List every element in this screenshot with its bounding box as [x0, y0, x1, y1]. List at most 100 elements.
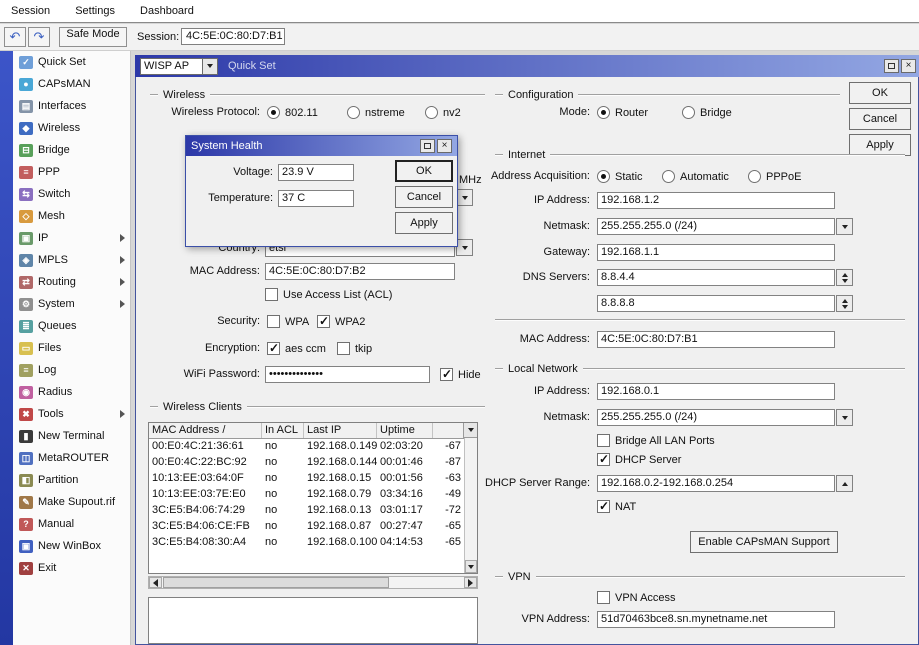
dialog-titlebar[interactable]: System Health ×	[186, 136, 457, 156]
sidebar-item-label: IP	[38, 232, 48, 244]
bridge-all-lan-checkbox[interactable]: Bridge All LAN Ports	[597, 433, 715, 448]
quick-set-titlebar[interactable]: WISP AP Quick Set ×	[135, 55, 919, 77]
dialog-ok-button[interactable]: OK	[395, 160, 453, 182]
dialog-close-button[interactable]: ×	[437, 139, 452, 153]
scroll-left-button[interactable]	[149, 577, 162, 588]
redo-button[interactable]: ↷	[28, 27, 50, 47]
ok-button[interactable]: OK	[849, 82, 911, 104]
temperature-field[interactable]: 37 C	[278, 190, 354, 207]
menu-settings[interactable]: Settings	[64, 0, 126, 22]
sidebar-item-mesh[interactable]: ◇Mesh	[13, 205, 130, 227]
table-row[interactable]: 3C:E5:B4:08:30:A4no192.168.0.10004:14:53…	[149, 535, 477, 551]
dns-server-field-1[interactable]: 8.8.4.4	[597, 269, 835, 286]
vpn-address-field[interactable]: 51d70463bce8.sn.mynetname.net	[597, 611, 835, 628]
table-row[interactable]: 10:13:EE:03:7E:E0no192.168.0.7903:34:16-…	[149, 487, 477, 503]
sidebar-item-log[interactable]: ≡Log	[13, 359, 130, 381]
sidebar-item-mpls[interactable]: ◈MPLS	[13, 249, 130, 271]
sidebar-item-new-winbox[interactable]: ▣New WinBox	[13, 535, 130, 557]
dns-updown-button[interactable]	[836, 269, 853, 286]
use-acl-checkbox[interactable]: Use Access List (ACL)	[265, 287, 392, 302]
maximize-button[interactable]	[884, 59, 899, 73]
scroll-down-button[interactable]	[465, 560, 477, 573]
wpa2-checkbox[interactable]: WPA2	[317, 314, 365, 329]
vertical-scrollbar[interactable]	[464, 438, 477, 573]
safe-mode-button[interactable]: Safe Mode	[59, 27, 127, 47]
sidebar-item-bridge[interactable]: ⊟Bridge	[13, 139, 130, 161]
nat-checkbox[interactable]: NAT	[597, 499, 636, 514]
horizontal-scrollbar[interactable]	[148, 576, 478, 589]
sidebar-item-quick-set[interactable]: ✓Quick Set	[13, 51, 130, 73]
table-row[interactable]: 3C:E5:B4:06:74:29no192.168.0.1303:01:17-…	[149, 503, 477, 519]
sidebar-item-interfaces[interactable]: ▤Interfaces	[13, 95, 130, 117]
menu-session[interactable]: Session	[0, 0, 61, 22]
sidebar-item-queues[interactable]: ≣Queues	[13, 315, 130, 337]
sidebar-item-tools[interactable]: ✖Tools	[13, 403, 130, 425]
sidebar-item-routing[interactable]: ⇄Routing	[13, 271, 130, 293]
table-row[interactable]: 3C:E5:B4:06:CE:FBno192.168.0.8700:27:47-…	[149, 519, 477, 535]
acquisition-static-radio[interactable]: Static	[597, 169, 643, 184]
dialog-cancel-button[interactable]: Cancel	[395, 186, 453, 208]
dialog-maximize-button[interactable]	[420, 139, 435, 153]
sidebar-item-metarouter[interactable]: ◫MetaROUTER	[13, 447, 130, 469]
acquisition-pppoe-radio[interactable]: PPPoE	[748, 169, 801, 184]
protocol-80211-radio[interactable]: 802.11	[267, 105, 318, 120]
dhcp-range-up-button[interactable]	[836, 475, 853, 492]
column-header-in-acl[interactable]: In ACL	[262, 423, 304, 438]
column-header-uptime[interactable]: Uptime	[377, 423, 433, 438]
sidebar-item-capsman[interactable]: ●CAPsMAN	[13, 73, 130, 95]
lan-netmask-dropdown-button[interactable]	[836, 409, 853, 426]
sidebar-item-exit[interactable]: ✕Exit	[13, 557, 130, 579]
table-row[interactable]: 00:E0:4C:21:36:61no192.168.0.14902:03:20…	[149, 439, 477, 455]
close-button[interactable]: ×	[901, 59, 916, 73]
sidebar-item-partition[interactable]: ◧Partition	[13, 469, 130, 491]
internet-mac-field[interactable]: 4C:5E:0C:80:D7:B1	[597, 331, 835, 348]
dialog-apply-button[interactable]: Apply	[395, 212, 453, 234]
quickset-mode-combo[interactable]: WISP AP	[140, 58, 218, 75]
scroll-right-button[interactable]	[464, 577, 477, 588]
lan-ip-field[interactable]: 192.168.0.1	[597, 383, 835, 400]
internet-ip-field[interactable]: 192.168.1.2	[597, 192, 835, 209]
voltage-field[interactable]: 23.9 V	[278, 164, 354, 181]
sidebar-item-ip[interactable]: ▣IP	[13, 227, 130, 249]
sidebar-item-manual[interactable]: ?Manual	[13, 513, 130, 535]
internet-netmask-field[interactable]: 255.255.255.0 (/24)	[597, 218, 835, 235]
hide-password-checkbox[interactable]: Hide	[440, 367, 481, 382]
wireless-mac-field[interactable]: 4C:5E:0C:80:D7:B2	[265, 263, 455, 280]
sidebar-item-new-terminal[interactable]: ▮New Terminal	[13, 425, 130, 447]
dhcp-server-checkbox[interactable]: DHCP Server	[597, 452, 681, 467]
mode-router-radio[interactable]: Router	[597, 105, 648, 120]
wpa-checkbox[interactable]: WPA	[267, 314, 309, 329]
sidebar-item-ppp[interactable]: ≡PPP	[13, 161, 130, 183]
gateway-field[interactable]: 192.168.1.1	[597, 244, 835, 261]
lan-netmask-field[interactable]: 255.255.255.0 (/24)	[597, 409, 835, 426]
wifi-password-field[interactable]: ••••••••••••••	[265, 366, 430, 383]
combo-dropdown-button[interactable]	[202, 58, 218, 75]
undo-button[interactable]: ↶	[4, 27, 26, 47]
sidebar-item-files[interactable]: ▭Files	[13, 337, 130, 359]
sidebar-item-switch[interactable]: ⇆Switch	[13, 183, 130, 205]
dns-updown-button[interactable]	[836, 295, 853, 312]
scrollbar-thumb[interactable]	[163, 577, 389, 588]
table-row[interactable]: 00:E0:4C:22:BC:92no192.168.0.14400:01:46…	[149, 455, 477, 471]
cancel-button[interactable]: Cancel	[849, 108, 911, 130]
netmask-dropdown-button[interactable]	[836, 218, 853, 235]
sidebar-item-make-supout[interactable]: ✎Make Supout.rif	[13, 491, 130, 513]
acquisition-automatic-radio[interactable]: Automatic	[662, 169, 729, 184]
vpn-access-checkbox[interactable]: VPN Access	[597, 590, 676, 605]
enable-capsman-button[interactable]: Enable CAPsMAN Support	[690, 531, 838, 553]
sidebar-item-system[interactable]: ⚙System	[13, 293, 130, 315]
sidebar-item-radius[interactable]: ◉Radius	[13, 381, 130, 403]
menu-dashboard[interactable]: Dashboard	[129, 0, 205, 22]
tkip-checkbox[interactable]: tkip	[337, 341, 372, 356]
dns-server-field-2[interactable]: 8.8.8.8	[597, 295, 835, 312]
column-header-last-ip[interactable]: Last IP	[304, 423, 377, 438]
mode-bridge-radio[interactable]: Bridge	[682, 105, 732, 120]
empty-list-box[interactable]	[148, 597, 478, 644]
dhcp-range-field[interactable]: 192.168.0.2-192.168.0.254	[597, 475, 835, 492]
aes-ccm-checkbox[interactable]: aes ccm	[267, 341, 326, 356]
sidebar-item-wireless[interactable]: ◆Wireless	[13, 117, 130, 139]
protocol-nstreme-radio[interactable]: nstreme	[347, 105, 405, 120]
table-row[interactable]: 10:13:EE:03:64:0Fno192.168.0.1500:01:56-…	[149, 471, 477, 487]
column-header-mac[interactable]: MAC Address /	[149, 423, 262, 438]
session-value-field[interactable]: 4C:5E:0C:80:D7:B1	[181, 28, 285, 45]
